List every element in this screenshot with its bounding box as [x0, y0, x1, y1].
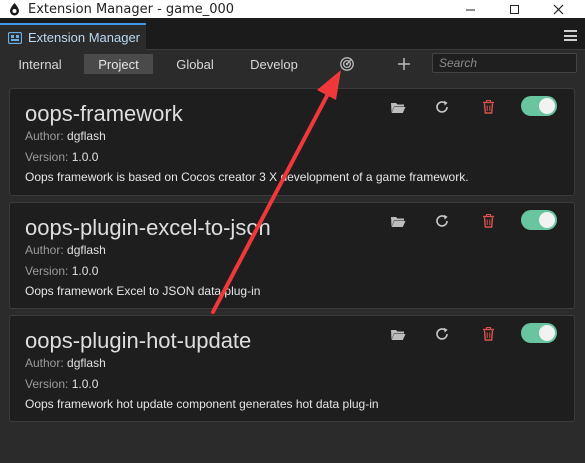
extension-name: oops-plugin-hot-update	[25, 328, 252, 353]
open-folder-button[interactable]	[388, 97, 408, 117]
enable-toggle[interactable]	[521, 210, 557, 230]
extension-name: oops-plugin-excel-to-json	[25, 215, 271, 240]
minimize-button[interactable]	[450, 0, 490, 18]
tab-develop[interactable]: Develop	[244, 54, 304, 74]
extension-version: Version: 1.0.0	[25, 377, 99, 391]
extension-description: Oops framework Excel to JSON data plug-i…	[25, 284, 261, 298]
menu-icon	[564, 30, 577, 32]
cocos-logo-icon	[10, 3, 19, 16]
delete-button[interactable]	[478, 211, 498, 231]
delete-button[interactable]	[478, 324, 498, 344]
maximize-icon	[509, 4, 519, 14]
extension-version: Version: 1.0.0	[25, 264, 99, 278]
toggle-knob	[539, 98, 555, 114]
tab-project[interactable]: Project	[84, 54, 153, 74]
radar-scan-icon	[340, 57, 354, 71]
refresh-icon	[436, 327, 448, 340]
extension-description: Oops framework hot update component gene…	[25, 397, 379, 411]
panel-tab-label: Extension Manager	[28, 30, 141, 45]
close-icon	[553, 4, 563, 14]
panel-tabstrip: Extension Manager	[0, 18, 585, 50]
refresh-button[interactable]	[432, 97, 452, 117]
extension-list: oops-framework Author: dgflash Version: …	[0, 80, 585, 463]
enable-toggle[interactable]	[521, 323, 557, 343]
window-title: Extension Manager - game_000	[28, 2, 235, 17]
extension-author: Author: dgflash	[25, 356, 106, 370]
extension-card: oops-plugin-excel-to-json Author: dgflas…	[9, 202, 575, 309]
tab-global[interactable]: Global	[170, 54, 220, 74]
enable-toggle[interactable]	[521, 96, 557, 116]
refresh-button[interactable]	[432, 324, 452, 344]
extension-icon	[8, 31, 22, 44]
open-folder-button[interactable]	[388, 324, 408, 344]
window-titlebar: Extension Manager - game_000	[0, 0, 585, 18]
maximize-button[interactable]	[494, 0, 534, 18]
extension-card: oops-framework Author: dgflash Version: …	[9, 88, 575, 196]
extension-card: oops-plugin-hot-update Author: dgflash V…	[9, 315, 575, 422]
folder-open-icon	[391, 216, 406, 227]
trash-icon	[482, 214, 494, 228]
extension-version: Version: 1.0.0	[25, 150, 99, 164]
trash-icon	[482, 100, 494, 114]
plus-icon	[398, 58, 410, 70]
add-extension-button[interactable]	[394, 54, 414, 74]
panel-menu-button[interactable]	[564, 30, 577, 41]
minimize-icon	[465, 9, 475, 10]
trash-icon	[482, 327, 494, 341]
toggle-knob	[539, 325, 555, 341]
tab-internal[interactable]: Internal	[12, 54, 68, 74]
extension-author: Author: dgflash	[25, 129, 106, 143]
toggle-knob	[539, 212, 555, 228]
tab-extension-manager[interactable]: Extension Manager	[0, 23, 146, 50]
extension-description: Oops framework is based on Cocos creator…	[25, 170, 469, 184]
delete-button[interactable]	[478, 97, 498, 117]
extension-name: oops-framework	[25, 101, 183, 126]
folder-open-icon	[391, 102, 406, 113]
radar-scan-button[interactable]	[337, 54, 357, 74]
refresh-button[interactable]	[432, 211, 452, 231]
extension-author: Author: dgflash	[25, 243, 106, 257]
filter-toolbar: Internal Project Global Develop	[0, 51, 585, 78]
search-input[interactable]	[432, 53, 577, 73]
refresh-icon	[436, 100, 448, 113]
open-folder-button[interactable]	[388, 211, 408, 231]
folder-open-icon	[391, 329, 406, 340]
refresh-icon	[436, 214, 448, 227]
close-button[interactable]	[538, 0, 578, 18]
